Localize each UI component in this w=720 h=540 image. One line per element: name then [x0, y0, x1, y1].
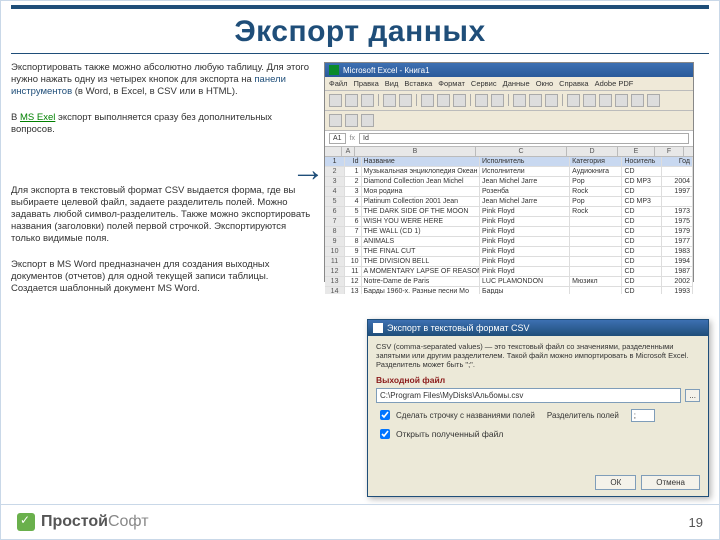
- paragraph-3: Для экспорта в текстовый формат CSV выда…: [11, 185, 316, 244]
- arrow-icon: →: [291, 151, 325, 190]
- csv-section-label: Выходной файл: [376, 375, 700, 385]
- csv-description: CSV (comma-separated values) — это текст…: [376, 342, 700, 369]
- slide-title: Экспорт данных: [11, 9, 709, 53]
- excel-cell-ref: A1: [329, 133, 346, 144]
- para2-text-a: В: [11, 112, 20, 123]
- csv-open-checkbox[interactable]: Открыть полученный файл: [376, 426, 700, 442]
- csv-separator-label: Разделитель полей: [547, 411, 619, 420]
- csv-browse-button[interactable]: ...: [685, 389, 700, 402]
- csv-separator-input[interactable]: ;: [631, 409, 655, 422]
- csv-ok-button[interactable]: ОК: [595, 475, 636, 490]
- excel-menubar: Файл Правка Вид Вставка Формат Сервис Данные Ок…: [325, 77, 693, 91]
- excel-row: 1110THE DIVISION BELLPink FloydCD1994: [325, 257, 693, 267]
- excel-menu-item[interactable]: Правка: [353, 79, 378, 88]
- csv-cancel-button[interactable]: Отмена: [641, 475, 700, 490]
- excel-screenshot: Microsoft Excel - Книга1 Файл Правка Вид Вс…: [324, 62, 694, 282]
- slide-footer: ПростойСофт 19: [1, 504, 719, 539]
- excel-row: 54Platinum Collection 2001 JeanJean Mich…: [325, 197, 693, 207]
- paragraph-1: Экспортировать также можно абсолютно люб…: [11, 62, 316, 98]
- checkbox-icon[interactable]: [380, 410, 390, 420]
- csv-path-input[interactable]: C:\Program Files\MyDisks\Альбомы.csv: [376, 388, 681, 403]
- excel-row: 1413Барды 1960-х. Разные песни МоБардыCD…: [325, 287, 693, 294]
- checkbox-icon[interactable]: [380, 429, 390, 439]
- excel-menu-item[interactable]: Файл: [329, 79, 347, 88]
- logo-text-a: Простой: [41, 513, 108, 530]
- paragraph-2: В MS Exel экспорт выполняется сразу без …: [11, 112, 316, 136]
- excel-row: 1IdНазваниеИсполнительКатегорияНосительГ…: [325, 157, 693, 167]
- logo-check-icon: [17, 513, 35, 531]
- excel-menu-item[interactable]: Окно: [536, 79, 553, 88]
- excel-menu-item[interactable]: Справка: [559, 79, 588, 88]
- text-column: Экспортировать также можно абсолютно люб…: [11, 62, 324, 308]
- excel-icon: [329, 65, 339, 75]
- excel-row: 43Моя родинаРозенбаRockCD1997: [325, 187, 693, 197]
- excel-menu-item[interactable]: Adobe PDF: [595, 79, 634, 88]
- paragraph-4: Экспорт в MS Word предназначен для созда…: [11, 259, 316, 295]
- excel-row: 65THE DARK SIDE OF THE MOONPink FloydRoc…: [325, 207, 693, 217]
- excel-menu-item[interactable]: Вставка: [404, 79, 432, 88]
- excel-row: 1312Notre-Dame de ParisLUC PLAMONDONМюзи…: [325, 277, 693, 287]
- excel-link: MS Exel: [20, 112, 55, 123]
- excel-menu-item[interactable]: Формат: [438, 79, 465, 88]
- csv-open-label: Открыть полученный файл: [396, 429, 503, 439]
- csv-titlebar: Экспорт в текстовый формат CSV: [368, 320, 708, 336]
- excel-titlebar: Microsoft Excel - Книга1: [325, 63, 693, 77]
- logo: ПростойСофт: [17, 513, 149, 531]
- excel-row: 32Diamond Collection Jean MichelJean Mic…: [325, 177, 693, 187]
- excel-menu-item[interactable]: Данные: [503, 79, 530, 88]
- excel-row: 21Музыкальная энциклопедия ОкеанИсполнит…: [325, 167, 693, 177]
- excel-toolbar-2: [325, 111, 693, 131]
- para1-text-b: (в Word, в Excel, в CSV или в HTML).: [72, 86, 238, 97]
- page-number: 19: [689, 515, 703, 530]
- excel-row: 76WISH YOU WERE HEREPink FloydCD1975: [325, 217, 693, 227]
- excel-row: 109THE FINAL CUTPink FloydCD1983: [325, 247, 693, 257]
- csv-title-text: Экспорт в текстовый формат CSV: [387, 323, 530, 333]
- excel-menu-item[interactable]: Вид: [385, 79, 399, 88]
- csv-export-dialog: Экспорт в текстовый формат CSV CSV (comm…: [367, 319, 709, 497]
- logo-text-b: Софт: [108, 513, 149, 530]
- excel-row: 1211A MOMENTARY LAPSE OF REASONPink Floy…: [325, 267, 693, 277]
- csv-dialog-icon: [373, 323, 383, 333]
- csv-headers-label: Сделать строчку с названиями полей: [396, 411, 535, 420]
- excel-row: 98ANIMALSPink FloydCD1977: [325, 237, 693, 247]
- excel-grid: ABCDEF 1IdНазваниеИсполнительКатегорияНо…: [325, 147, 693, 294]
- csv-headers-checkbox[interactable]: Сделать строчку с названиями полей: [376, 407, 535, 423]
- excel-formula-bar: A1 fx Id: [325, 131, 693, 147]
- excel-toolbar-1: [325, 91, 693, 111]
- excel-fx-value: Id: [359, 133, 689, 144]
- excel-title-text: Microsoft Excel - Книга1: [343, 66, 430, 75]
- excel-row: 87THE WALL (CD 1)Pink FloydCD1979: [325, 227, 693, 237]
- excel-menu-item[interactable]: Сервис: [471, 79, 497, 88]
